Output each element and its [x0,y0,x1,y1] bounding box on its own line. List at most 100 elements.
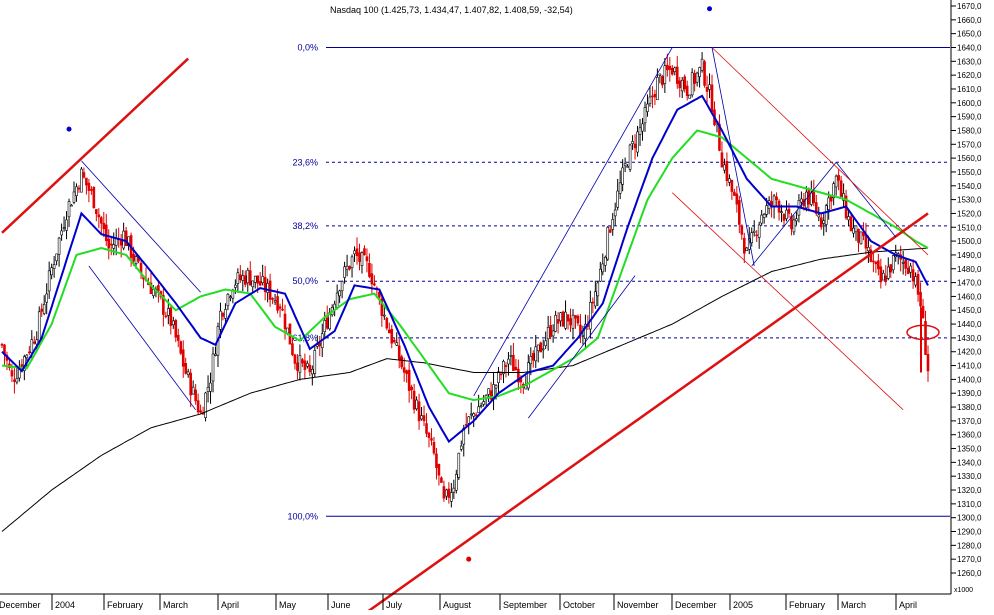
candle-body [0,344,4,346]
candle-body [65,219,68,231]
y-tick-label: 1320,0 [957,486,982,495]
candle-body [800,198,803,203]
candle-body [400,356,403,368]
candle-body [616,190,619,208]
candle-body [755,234,759,237]
candle-body [291,343,294,356]
candle-body [884,275,888,282]
y-tick-label: 1460,0 [957,292,982,301]
candle-body [248,270,252,286]
fib-label-0: 0,0% [297,42,318,52]
candle-body [196,400,200,413]
candle-body [494,385,498,389]
candle-body [700,58,704,71]
candle-body [194,389,197,402]
candle-body [668,65,672,70]
candle-body [343,266,346,278]
x-tick-label: September [503,600,547,610]
candle-body [882,272,885,281]
candle-body [765,205,768,215]
candle-body [544,340,547,347]
candle-body [787,208,791,214]
candle-body [422,415,426,422]
candle-body [531,353,535,361]
candle-body [273,300,277,303]
x-tick-label: April [221,600,239,610]
candle-body [792,219,796,233]
candle-body [641,123,644,132]
candle-body [703,61,706,86]
candle-body [623,163,627,166]
candle-body [921,305,925,319]
candle-body [829,195,833,202]
candle-body [502,361,505,375]
candle-body [415,399,418,410]
candle-body [725,160,729,182]
candle-body [735,193,739,205]
candle-body [80,168,83,193]
candle-body [636,131,639,153]
candle-body [152,289,155,296]
candle-body [656,77,659,101]
y-tick-label: 1600,0 [957,99,982,108]
candle-body [877,260,880,270]
candle-body [909,265,912,273]
marker-dot-0 [66,126,72,132]
candle-body [653,93,657,98]
y-tick-label: 1590,0 [957,113,982,122]
candle-body [370,273,374,285]
candle-body [363,248,366,256]
candle-body [648,96,652,104]
candle-body [891,255,895,271]
candle-body [452,487,456,493]
y-tick-label: 1260,0 [957,569,982,578]
candle-body [90,189,93,191]
candle-body [914,276,917,286]
candle-body [189,372,192,396]
candle-body [730,179,734,192]
candle-body [425,423,428,434]
candle-body [810,192,813,205]
candle-body [338,290,341,297]
candle-body [581,335,585,337]
candle-body [574,315,577,319]
candle-body [283,313,287,330]
candle-body [171,320,175,326]
candle-body [646,103,649,112]
candle-body [224,309,227,319]
candle-body [251,280,255,288]
candle-body [87,182,91,191]
candle-body [167,308,170,316]
candle-body [271,298,274,300]
candle-body [596,282,600,297]
candle-body [32,341,36,344]
candle-body [405,370,408,374]
candle-body [278,306,282,309]
candle-body [705,86,709,92]
candle-body [450,492,453,502]
candle-body [852,227,855,234]
candle-body [556,319,560,324]
candle-body [661,76,664,86]
candle-body [693,73,696,84]
y-tick-label: 1640,0 [957,43,982,52]
candle-body [651,95,654,98]
candle-body [169,307,173,326]
candle-body [658,73,662,76]
y-tick-label: 1350,0 [957,445,982,454]
candle-body [360,252,364,266]
candle-body [72,191,76,203]
candle-body [467,416,471,424]
candle-body [109,243,113,246]
candle-body [566,314,570,322]
candle-body [52,264,56,269]
candle-body [340,281,344,292]
y-tick-label: 1280,0 [957,541,982,550]
candle-body [30,339,34,354]
candle-body [45,293,48,303]
candle-body [762,214,766,218]
candle-body [241,275,245,281]
y-tick-label: 1540,0 [957,182,982,191]
candle-body [904,259,907,269]
marker-dot-1 [707,6,713,12]
